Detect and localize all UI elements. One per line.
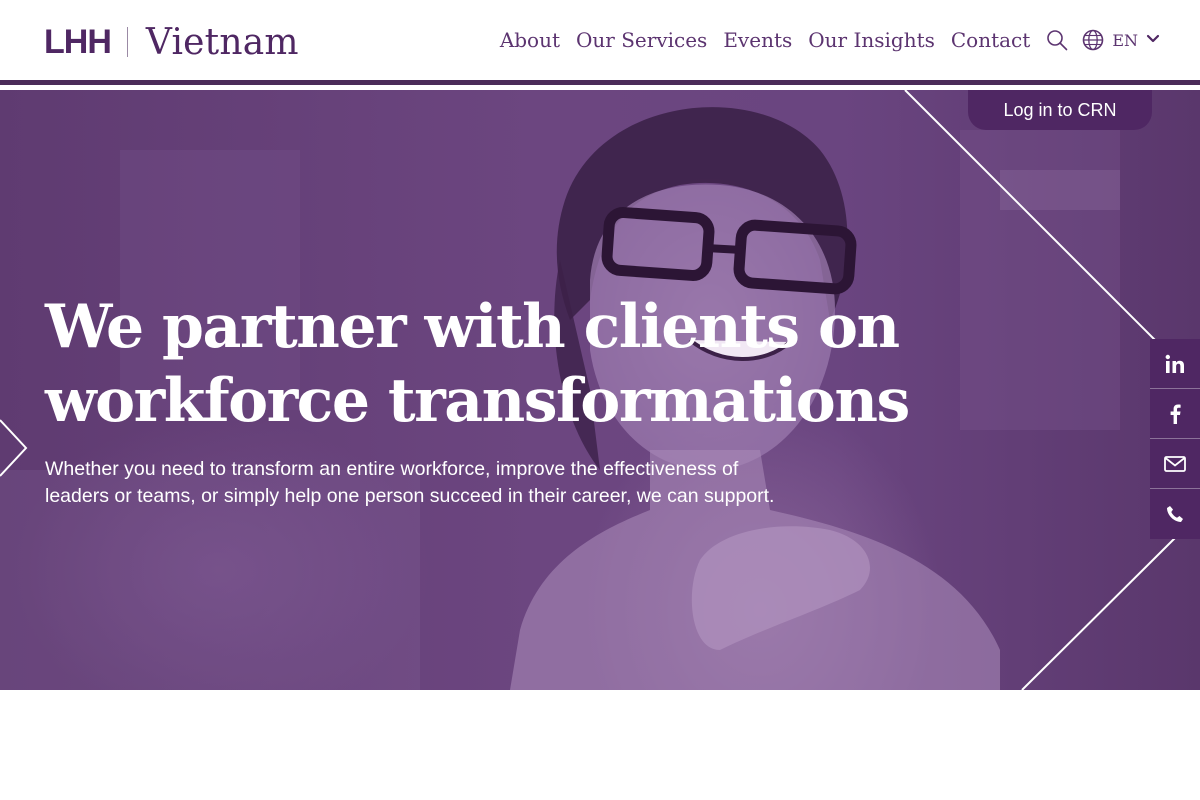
login-crn-button[interactable]: Log in to CRN — [968, 90, 1152, 130]
globe-icon — [1082, 29, 1104, 51]
hero-subtitle: Whether you need to transform an entire … — [45, 456, 805, 510]
hero-subtitle-line-2: leaders or teams, or simply help one per… — [45, 485, 775, 507]
mail-icon[interactable] — [1150, 439, 1200, 489]
nav-link-events[interactable]: Events — [723, 28, 792, 52]
hero-banner: Log in to CRN We partner with clients on… — [0, 90, 1200, 690]
hero-title-line-2: workforce transformations — [45, 366, 910, 436]
nav-link-our-insights[interactable]: Our Insights — [808, 28, 935, 52]
hero-title-line-1: We partner with clients on — [45, 292, 900, 362]
nav-link-our-services[interactable]: Our Services — [576, 28, 707, 52]
main-nav: About Our Services Events Our Insights C… — [484, 28, 1160, 52]
search-icon[interactable] — [1046, 29, 1068, 51]
logo-divider — [126, 27, 128, 57]
site-header: LHH Vietnam About Our Services Events Ou… — [0, 0, 1200, 85]
social-share-rail — [1150, 339, 1200, 539]
language-selector[interactable]: EN — [1082, 29, 1160, 51]
nav-link-contact[interactable]: Contact — [951, 28, 1030, 52]
hero-subtitle-line-1: Whether you need to transform an entire … — [45, 458, 739, 480]
logo-country: Vietnam — [145, 21, 299, 63]
linkedin-icon[interactable] — [1150, 339, 1200, 389]
logo-mark: LHH — [44, 22, 112, 61]
facebook-icon[interactable] — [1150, 389, 1200, 439]
nav-link-about[interactable]: About — [500, 28, 560, 52]
chevron-down-icon — [1146, 31, 1160, 49]
site-logo[interactable]: LHH Vietnam — [44, 20, 299, 64]
phone-icon[interactable] — [1150, 489, 1200, 539]
hero-title: We partner with clients on workforce tra… — [45, 290, 945, 438]
language-code: EN — [1112, 30, 1138, 50]
